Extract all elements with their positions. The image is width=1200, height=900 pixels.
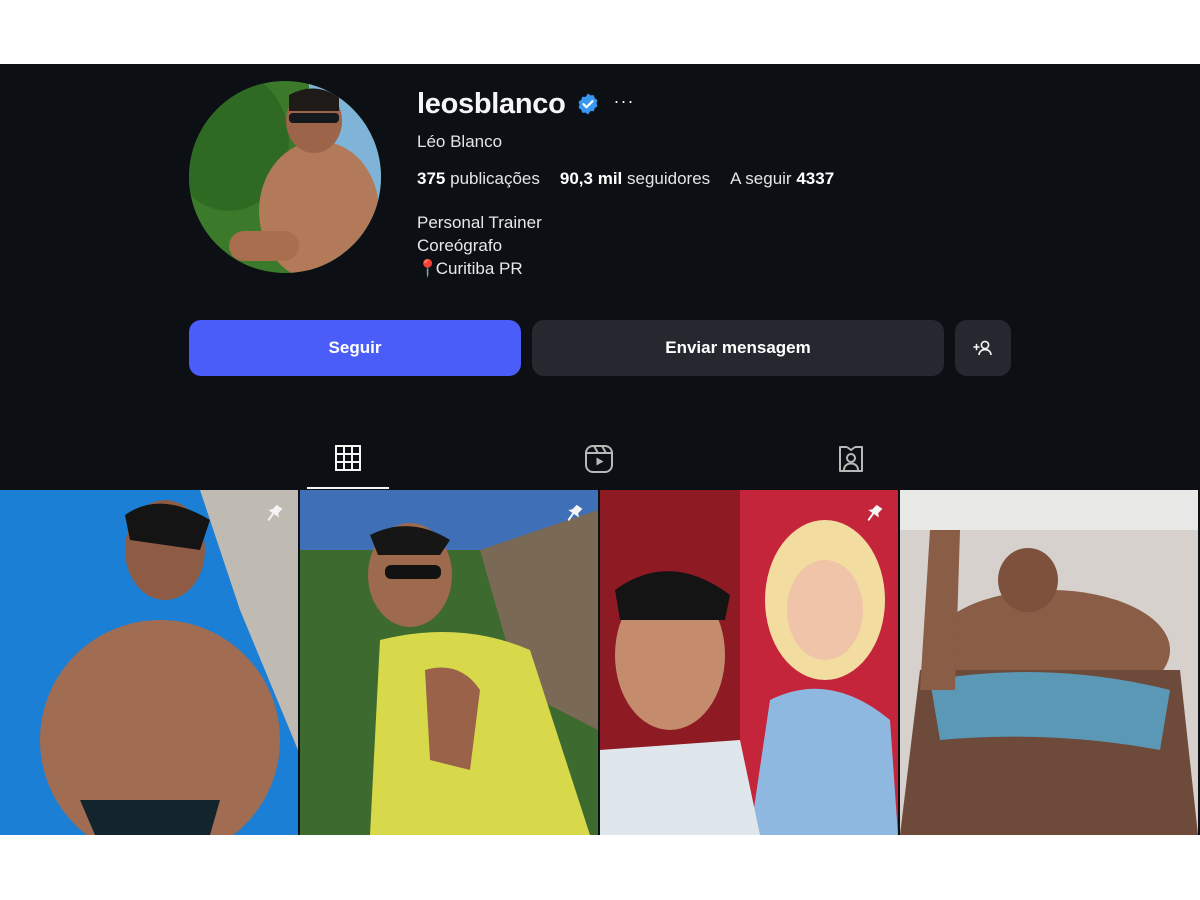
profile-info: leosblanco ··· Léo Blanco 375 publicaçõe… bbox=[417, 86, 1017, 280]
add-person-icon bbox=[973, 340, 992, 356]
reels-icon bbox=[585, 445, 613, 473]
posts-stat[interactable]: 375 publicações bbox=[417, 169, 540, 189]
pin-icon bbox=[867, 504, 883, 521]
posts-grid bbox=[0, 490, 1200, 835]
followers-stat[interactable]: 90,3 mil seguidores bbox=[560, 169, 710, 189]
profile-page: leosblanco ··· Léo Blanco 375 publicaçõe… bbox=[0, 64, 1200, 835]
post-item[interactable] bbox=[300, 490, 598, 835]
bio: Personal Trainer Coreógrafo 📍 Curitiba P… bbox=[417, 211, 1017, 280]
followers-count: 90,3 mil bbox=[559, 169, 623, 188]
suggest-accounts-button[interactable] bbox=[955, 320, 1011, 376]
post-photo bbox=[600, 490, 898, 835]
tab-tagged[interactable] bbox=[810, 440, 892, 488]
bio-line-2: Coreógrafo bbox=[417, 236, 503, 255]
tagged-icon bbox=[839, 446, 863, 472]
posts-label: publicações bbox=[450, 169, 540, 188]
followers-label: seguidores bbox=[627, 169, 711, 188]
profile-avatar[interactable] bbox=[189, 81, 381, 273]
post-item[interactable] bbox=[600, 490, 898, 835]
username-row: leosblanco ··· bbox=[417, 86, 1017, 122]
bio-line-1: Personal Trainer bbox=[417, 213, 542, 232]
pin-icon bbox=[267, 504, 283, 521]
tab-posts[interactable] bbox=[307, 440, 389, 489]
avatar-photo bbox=[189, 81, 381, 273]
pin-icon bbox=[567, 504, 583, 521]
post-item[interactable] bbox=[0, 490, 298, 835]
following-label: A seguir bbox=[730, 169, 792, 188]
full-name: Léo Blanco bbox=[417, 132, 503, 151]
tab-reels[interactable] bbox=[558, 440, 640, 488]
profile-stats: 375 publicações 90,3 mil seguidores A se… bbox=[417, 169, 1017, 189]
post-item[interactable] bbox=[900, 490, 1198, 835]
username: leosblanco bbox=[417, 87, 566, 120]
grid-icon bbox=[335, 445, 361, 471]
follow-button[interactable]: Seguir bbox=[189, 320, 521, 376]
posts-count: 375 bbox=[417, 169, 446, 188]
profile-tabs bbox=[0, 440, 1200, 490]
post-photo bbox=[0, 490, 298, 835]
post-photo bbox=[900, 490, 1198, 835]
more-options-icon[interactable]: ··· bbox=[614, 92, 635, 116]
following-count: 4337 bbox=[796, 169, 835, 188]
location-text: Curitiba PR bbox=[435, 259, 523, 278]
send-message-button[interactable]: Enviar mensagem bbox=[532, 320, 944, 376]
location-pin-icon: 📍 bbox=[417, 259, 439, 278]
verified-badge-icon bbox=[576, 92, 600, 116]
bio-line-3: 📍 Curitiba PR bbox=[417, 257, 1017, 280]
following-stat[interactable]: A seguir 4337 bbox=[730, 169, 834, 189]
post-photo bbox=[300, 490, 598, 835]
